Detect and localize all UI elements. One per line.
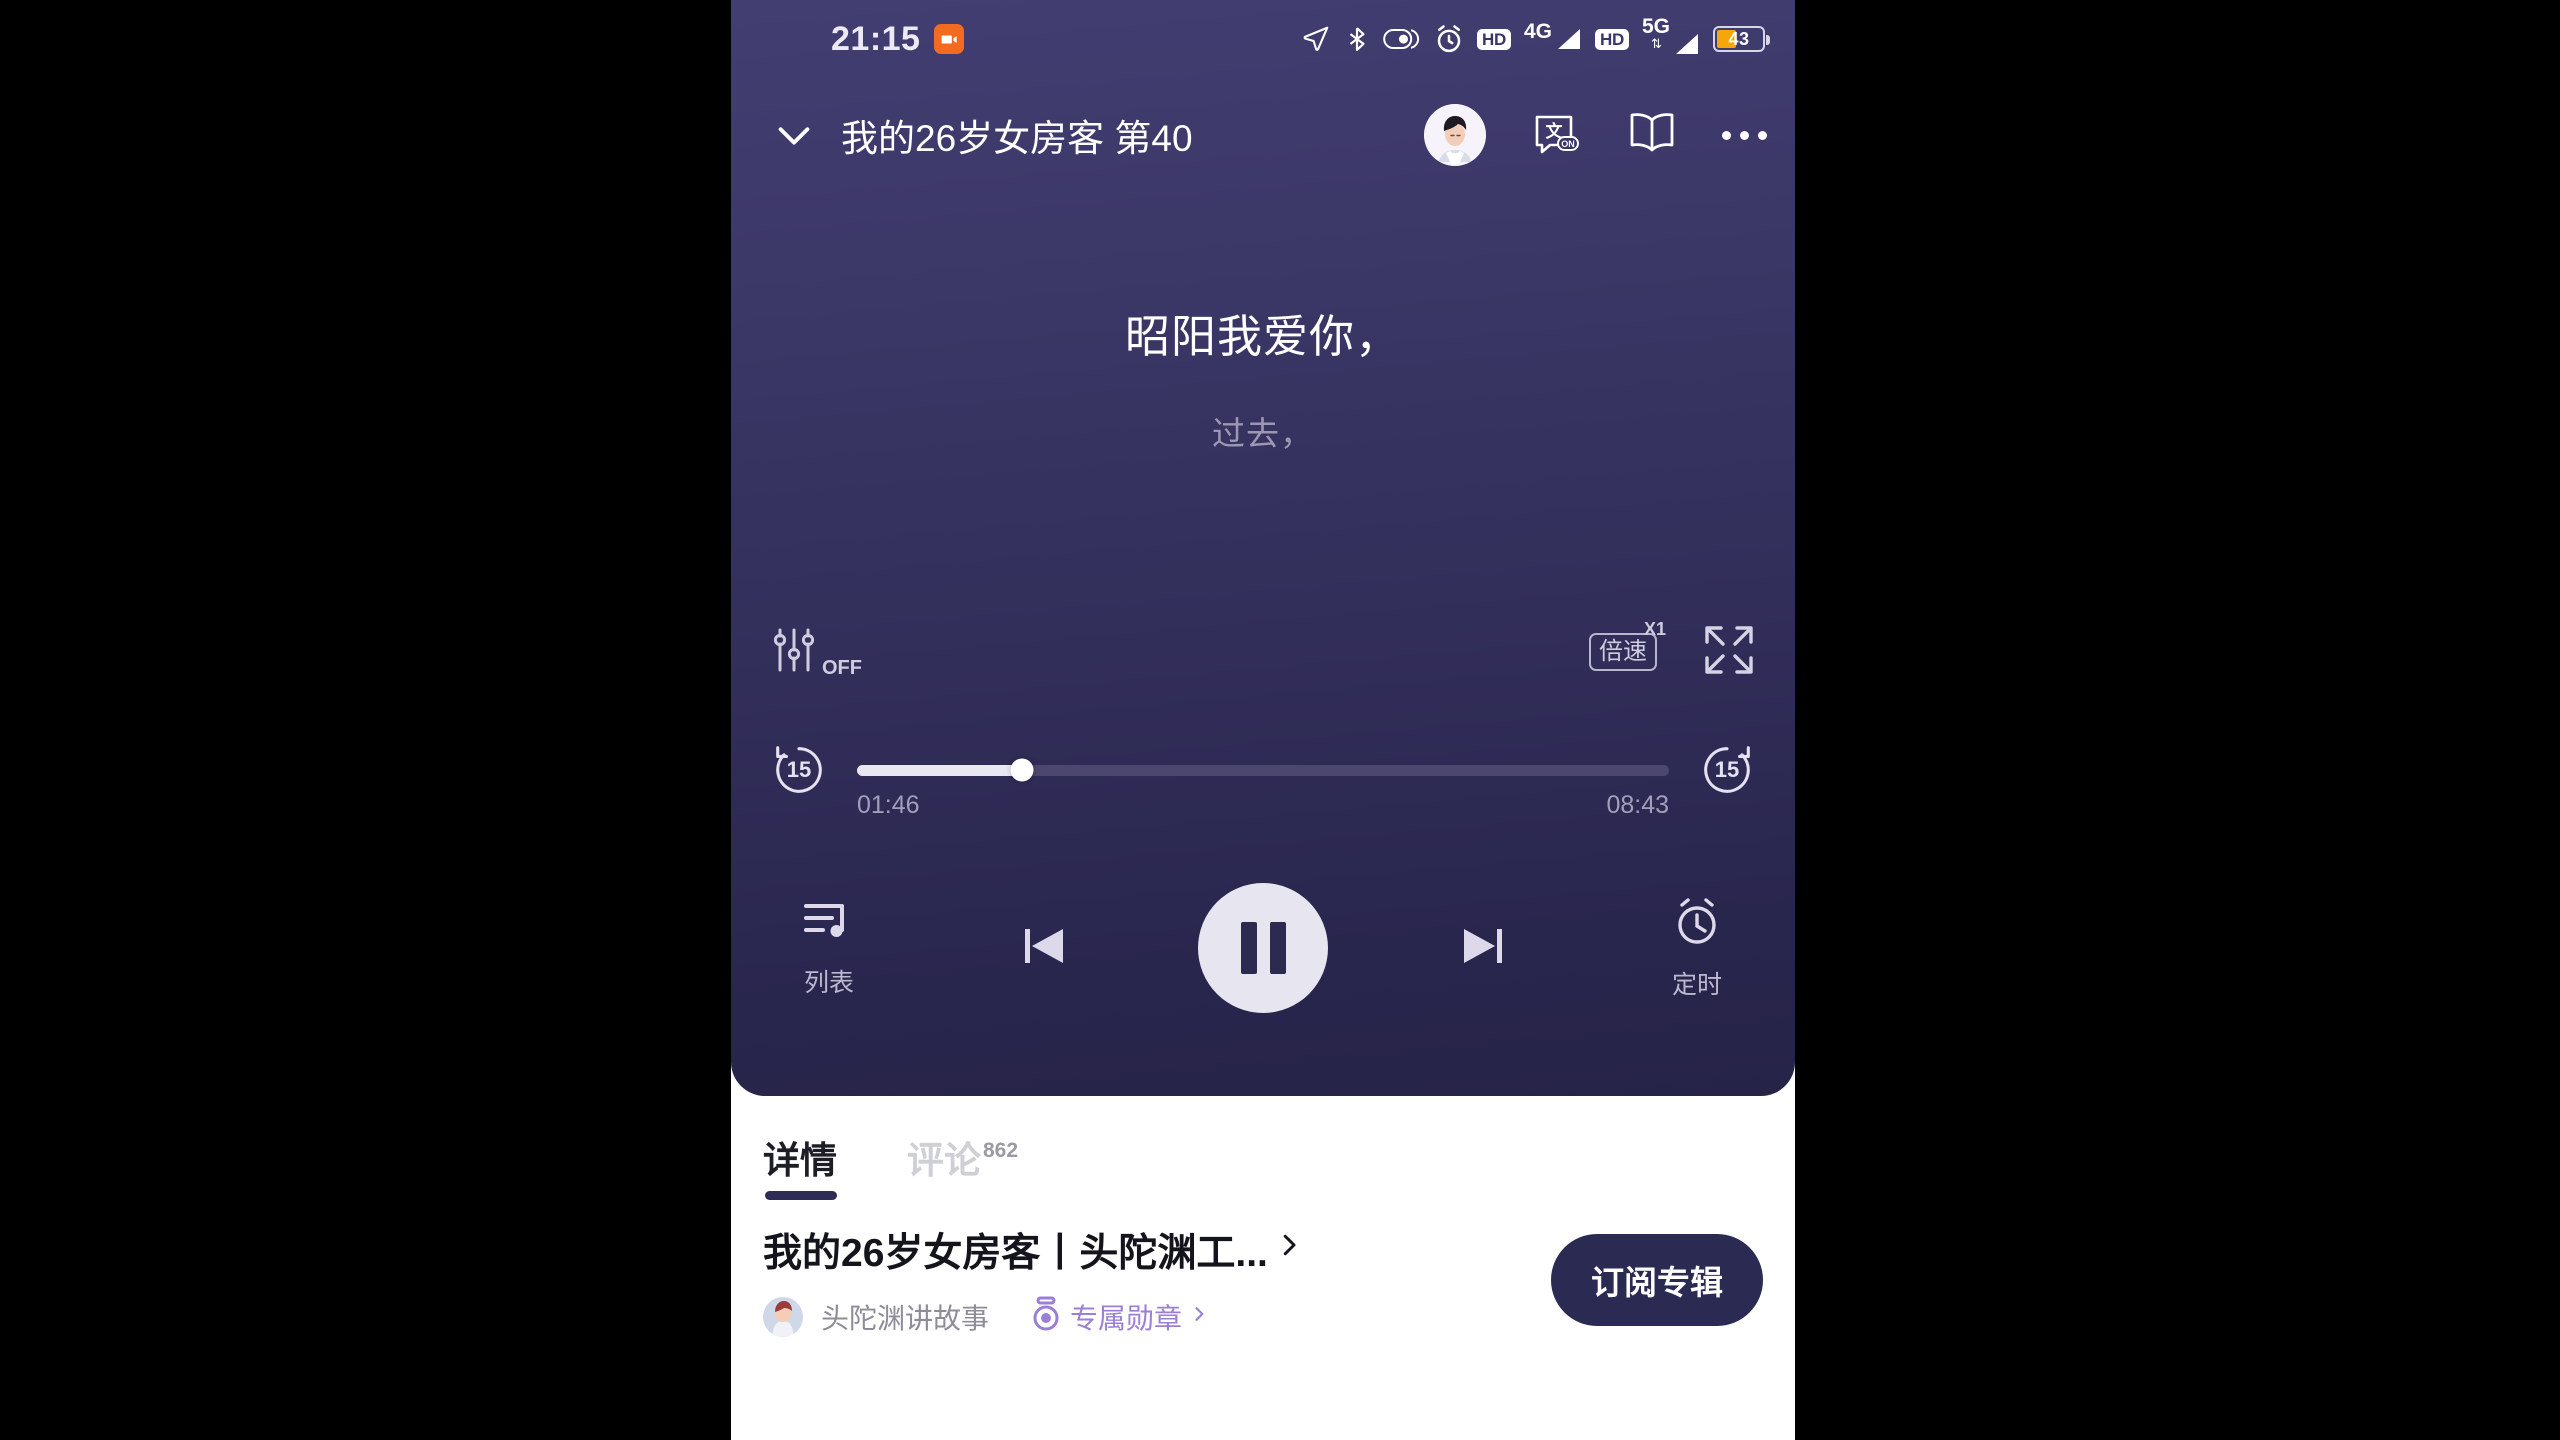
player-title-bar: 我的26岁女房客 第40 文 ON [731,80,1795,190]
battery-percent: 43 [1728,28,1750,49]
equalizer-button[interactable]: OFF [769,625,862,680]
author-name[interactable]: 头陀渊讲故事 [821,1297,989,1337]
album-title: 我的26岁女房客丨头陀渊工... [763,1232,1268,1275]
signal-5g-icon: 5G ⇅ [1642,16,1700,56]
more-options-icon[interactable] [1722,130,1767,140]
status-bar-left: 21:15 [831,19,965,59]
hd-icon: HD [1477,28,1511,50]
screen-root: 21:15 HD 4G HD 5G ⇅ 43 我的26岁女房客 第40 文 ON… [0,0,2560,1440]
fullscreen-icon[interactable] [1701,622,1757,683]
next-track-button[interactable] [1428,915,1538,982]
album-title-row[interactable]: 我的26岁女房客丨头陀渊工... [763,1222,1525,1278]
equalizer-icon [769,625,819,680]
battery-icon: 43 [1713,26,1770,52]
medal-icon [1029,1296,1063,1337]
data-transfer-arrows-icon: ⇅ [1651,36,1662,51]
progress-section: 15 01:46 08:43 15 [731,718,1795,822]
album-row: 我的26岁女房客丨头陀渊工... 头陀渊讲故事 专属勋章 订阅专辑 [731,1200,1795,1337]
status-bar: 21:15 HD 4G HD 5G ⇅ 43 [731,0,1795,78]
rewind-seconds: 15 [786,757,812,782]
progress-times: 01:46 08:43 [857,791,1669,820]
exclusive-badge-label: 专属勋章 [1070,1302,1183,1334]
playback-speed-value: X1 [1643,618,1666,639]
hd-icon-2: HD [1595,28,1629,50]
transport-controls: 列表 定时 [731,858,1795,1038]
tab-details-label: 详情 [763,1140,837,1181]
pause-icon [1240,922,1286,974]
chevron-right-icon [1274,1226,1304,1274]
phone-viewport: 21:15 HD 4G HD 5G ⇅ 43 我的26岁女房客 第40 文 ON… [731,0,1795,1440]
lyric-current-line: 昭阳我爱你， [1124,311,1401,362]
chevron-right-small-icon [1189,1301,1209,1332]
tab-active-underline [765,1191,837,1200]
exclusive-badge-link[interactable]: 专属勋章 [1029,1296,1209,1337]
author-avatar[interactable] [763,1296,803,1337]
sleep-timer-button[interactable]: 定时 [1637,896,1757,1001]
playlist-button[interactable]: 列表 [769,898,889,999]
bluetooth-icon [1344,24,1370,54]
progress-bar-wrapper[interactable]: 01:46 08:43 [857,758,1669,819]
subscribe-button[interactable]: 订阅专辑 [1551,1233,1763,1326]
progress-fill [857,764,1022,776]
play-pause-button[interactable] [1198,883,1328,1013]
alarm-timer-icon [1670,896,1724,955]
album-info: 我的26岁女房客丨头陀渊工... 头陀渊讲故事 专属勋章 [763,1222,1525,1337]
network-type-4g: 4G [1524,20,1553,43]
network-type-5g-group: 5G ⇅ [1642,16,1670,50]
sleep-timer-label: 定时 [1671,970,1722,999]
network-type-5g: 5G [1641,15,1670,38]
album-subrow: 头陀渊讲故事 专属勋章 [763,1296,1525,1337]
svg-text:ON: ON [1561,139,1575,149]
current-time: 01:46 [857,790,920,819]
playlist-label: 列表 [803,968,854,997]
player-secondary-controls: OFF 倍速 X1 [731,612,1795,692]
lyrics-area: 昭阳我爱你， 过去， [731,300,1795,455]
alarm-clock-icon [1434,24,1464,54]
status-time: 21:15 [831,19,921,58]
sheet-tabs: 详情 评论862 [731,1096,1795,1200]
progress-thumb[interactable] [1010,758,1034,782]
playback-speed-button[interactable]: 倍速 X1 [1589,619,1666,672]
subtitle-on-icon[interactable]: 文 ON [1530,107,1582,164]
do-not-disturb-icon [1383,25,1421,53]
forward-15-button[interactable]: 15 [1697,739,1757,801]
video-record-icon [934,24,965,54]
previous-track-button[interactable] [989,915,1099,982]
avatar[interactable] [1424,104,1486,166]
rewind-15-button[interactable]: 15 [769,739,829,801]
page-title: 我的26岁女房客 第40 [841,118,1193,159]
detail-sheet: 详情 评论862 我的26岁女房客丨头陀渊工... 头陀渊讲故事 专属勋章 订阅… [731,1096,1795,1440]
title-bar-actions: 文 ON [1410,104,1767,166]
lyric-next-line: 过去， [1212,415,1314,452]
equalizer-state-label: OFF [822,656,862,679]
total-time: 08:43 [1606,790,1669,819]
playlist-music-icon [802,898,856,953]
progress-track[interactable] [857,764,1669,776]
previous-track-icon [1013,915,1075,982]
forward-seconds: 15 [1714,757,1740,782]
signal-4g-icon: 4G [1524,21,1582,51]
tab-comments[interactable]: 评论862 [907,1130,1019,1200]
tab-details[interactable]: 详情 [763,1130,837,1200]
status-bar-right: HD 4G HD 5G ⇅ 43 [1301,16,1770,56]
book-icon[interactable] [1626,110,1678,161]
chevron-down-icon[interactable] [759,112,829,158]
location-arrow-icon [1301,24,1331,54]
next-track-icon [1452,915,1514,982]
tab-comments-count: 862 [983,1139,1019,1162]
tab-comments-label: 评论 [907,1140,981,1181]
player-right-controls: 倍速 X1 [1589,619,1757,683]
audio-player-panel: 21:15 HD 4G HD 5G ⇅ 43 我的26岁女房客 第40 文 ON… [731,0,1795,1096]
